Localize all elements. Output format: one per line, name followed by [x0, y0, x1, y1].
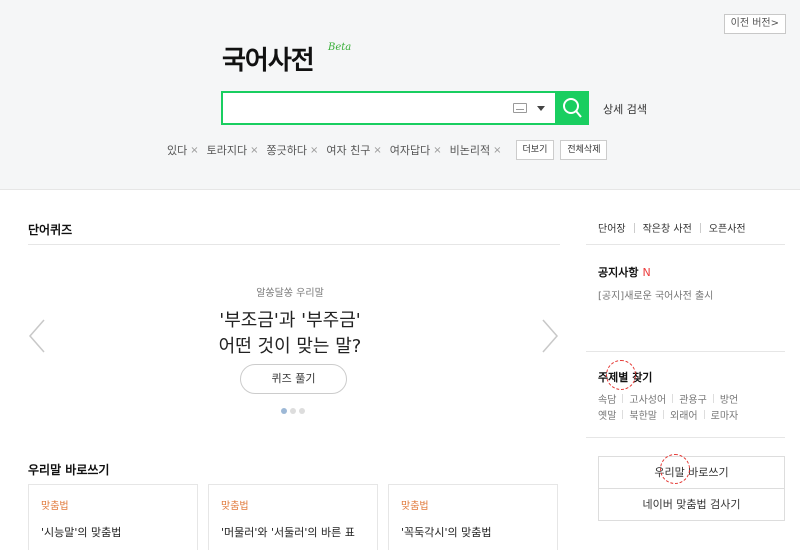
search-box [221, 91, 589, 125]
remove-icon[interactable]: × [190, 145, 198, 156]
remove-icon[interactable]: × [310, 145, 318, 156]
separator [699, 222, 701, 233]
separator [633, 222, 635, 233]
separator [622, 410, 624, 419]
recent-item-label: 여자 친구 [326, 144, 371, 157]
topic-link[interactable]: 외래어 [670, 407, 698, 422]
divider [586, 244, 785, 245]
sidebar-links: 단어장 작은창 사전 오픈사전 [598, 220, 746, 235]
topic-link[interactable]: 속담 [598, 391, 616, 406]
recent-item-label: 쫑긋하다 [266, 144, 307, 157]
click-marker [606, 360, 636, 390]
search-icon [563, 98, 582, 118]
topic-link[interactable]: 방언 [720, 391, 738, 406]
top-search-area: 이전 버전> 국어사전 Beta 상세 검색 있다 × 토라지다 × 쫑긋하다 × 여… [0, 0, 800, 190]
divider [586, 437, 785, 438]
card-title: '꼭둑각시'의 맞춤법 [401, 526, 492, 539]
carousel-dot[interactable] [281, 408, 287, 414]
recent-item-label: 토라지다 [206, 144, 248, 157]
card-title: '시능말'의 맞춤법 [41, 526, 122, 539]
logo[interactable]: 국어사전 [222, 40, 315, 77]
new-badge: N [642, 266, 651, 279]
recent-searches: 있다 × 토라지다 × 쫑긋하다 × 여자 친구 × 여자답다 × 비논리적 × 더보기 전… [167, 140, 608, 160]
search-button[interactable] [555, 91, 589, 125]
carousel-dots [281, 408, 305, 414]
quiz-section-title: 단어퀴즈 [28, 223, 73, 237]
topic-link[interactable]: 로마자 [711, 407, 739, 422]
topic-row: 옛말 북한말 외래어 로마자 [598, 407, 738, 422]
spell-checker-button[interactable]: 네이버 맞춤법 검사기 [598, 488, 785, 521]
card-category: 맞춤법 [401, 501, 429, 512]
remove-icon[interactable]: × [373, 145, 381, 156]
quiz-subtitle: 알쏭달쏭 우리말 [256, 288, 324, 299]
spelling-card[interactable]: 맞춤법 '머물러'와 '서둘러'의 바른 표 [208, 484, 378, 550]
keyboard-icon[interactable] [513, 103, 527, 113]
chevron-right-icon: > [770, 18, 779, 29]
recent-item[interactable]: 토라지다 × [207, 142, 259, 158]
quiz-question-line1[interactable]: '부조금'과 '부주금' [0, 306, 580, 332]
separator [663, 410, 665, 419]
card-title: '머물러'와 '서둘러'의 바른 표 [221, 526, 355, 539]
recent-item[interactable]: 비논리적 × [450, 142, 502, 158]
search-input[interactable] [227, 96, 497, 120]
carousel-dot[interactable] [290, 408, 296, 414]
topic-link[interactable]: 북한말 [629, 407, 657, 422]
quiz-start-button[interactable]: 퀴즈 풀기 [240, 364, 347, 394]
caret-down-icon[interactable] [537, 106, 545, 111]
separator [622, 394, 624, 403]
prev-version-button[interactable]: 이전 버전> [723, 14, 786, 34]
divider [28, 244, 560, 245]
link-open-dictionary[interactable]: 오픈사전 [709, 220, 746, 235]
recent-item-label: 있다 [167, 144, 188, 157]
click-marker [660, 454, 690, 484]
prev-version-label: 이전 버전 [730, 18, 771, 29]
notice-title[interactable]: 공지사항 N [598, 264, 651, 280]
spelling-card[interactable]: 맞춤법 '꼭둑각시'의 맞춤법 [388, 484, 558, 550]
spelling-shortcut-button[interactable]: 우리말 바로쓰기 [598, 456, 785, 489]
carousel-dot[interactable] [299, 408, 305, 414]
recent-item[interactable]: 여자답다 × [390, 142, 442, 158]
quiz-question-line2[interactable]: 어떤 것이 맞는 말? [0, 332, 580, 358]
notice-title-label: 공지사항 [598, 266, 639, 279]
separator [703, 410, 705, 419]
delete-all-button[interactable]: 전체삭제 [560, 140, 608, 160]
topic-row: 속담 고사성어 관용구 방언 [598, 391, 738, 406]
topic-link[interactable]: 고사성어 [629, 391, 666, 406]
notice-item[interactable]: [공지]새로운 국어사전 출시 [598, 287, 713, 302]
recent-item-label: 비논리적 [449, 144, 491, 157]
link-mini-dictionary[interactable]: 작은창 사전 [643, 220, 692, 235]
recent-item[interactable]: 여자 친구 × [326, 142, 381, 158]
more-button[interactable]: 더보기 [515, 140, 555, 160]
remove-icon[interactable]: × [250, 145, 258, 156]
card-category: 맞춤법 [41, 501, 69, 512]
detail-search-link[interactable]: 상세 검색 [603, 101, 647, 117]
card-category: 맞춤법 [221, 501, 249, 512]
divider [586, 351, 785, 352]
remove-icon[interactable]: × [433, 145, 441, 156]
separator [712, 394, 714, 403]
spelling-card[interactable]: 맞춤법 '시능말'의 맞춤법 [28, 484, 198, 550]
topic-link[interactable]: 옛말 [598, 407, 616, 422]
recent-item[interactable]: 있다 × [167, 142, 199, 158]
link-wordbook[interactable]: 단어장 [598, 220, 626, 235]
remove-icon[interactable]: × [493, 145, 501, 156]
topic-link[interactable]: 관용구 [679, 391, 707, 406]
recent-item-label: 여자답다 [389, 144, 431, 157]
beta-badge: Beta [328, 42, 352, 53]
separator [672, 394, 674, 403]
recent-item[interactable]: 쫑긋하다 × [267, 142, 319, 158]
spelling-section-title: 우리말 바로쓰기 [28, 463, 110, 477]
